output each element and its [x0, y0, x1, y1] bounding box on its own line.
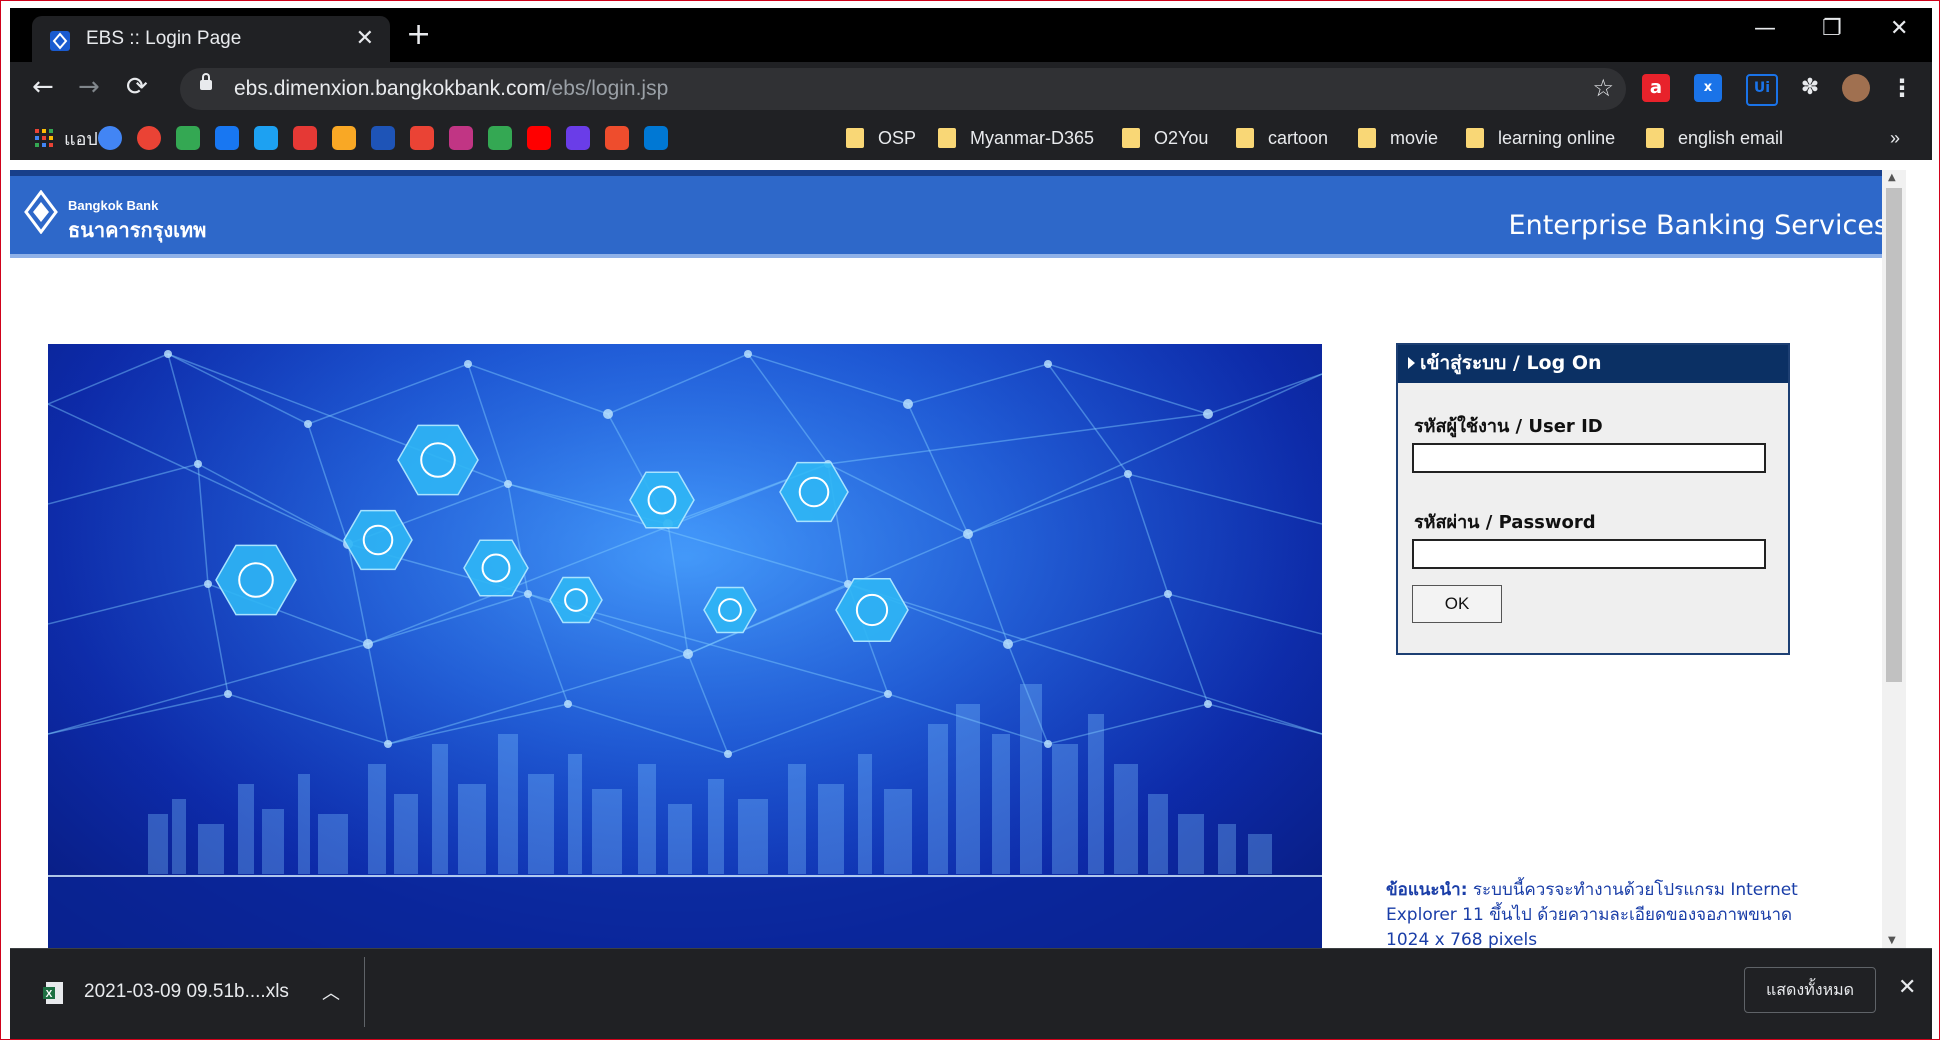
hero-network-graphic — [48, 344, 1322, 948]
page-viewport: Bangkok Bank ธนาคารกรุงเทพ Enterprise Ba… — [10, 170, 1906, 948]
browser-advice-note: ข้อแนะนำ: ระบบนี้ควรจะทำงานด้วยโปรแกรม I… — [1386, 878, 1816, 948]
gmail-icon[interactable] — [410, 126, 434, 150]
bookmark-icon[interactable] — [293, 126, 317, 150]
apps-grid-icon — [35, 129, 53, 147]
bangkok-bank-favicon — [50, 31, 70, 51]
download-bar: X 2021-03-09 09.51b....xls ︿ แสดงทั้งหมด… — [10, 948, 1932, 1039]
user-id-label: รหัสผู้ใช้งาน / User ID — [1414, 416, 1603, 437]
folder-label: learning online — [1498, 127, 1616, 148]
restore-icon[interactable]: ❐ — [1822, 16, 1842, 41]
folder-label: O2You — [1154, 127, 1209, 148]
chevron-up-icon[interactable]: ︿ — [322, 979, 340, 1005]
reload-icon[interactable]: ⟳ — [126, 74, 148, 100]
logon-panel: เข้าสู่ระบบ / Log On รหัสผู้ใช้งาน / Use… — [1396, 343, 1790, 655]
download-filename[interactable]: 2021-03-09 09.51b....xls — [84, 981, 289, 1003]
bookmark-star-icon[interactable]: ☆ — [1592, 74, 1614, 102]
bookmark-icon-3[interactable] — [566, 126, 590, 150]
excel-file-icon: X — [43, 982, 63, 1004]
close-window-icon[interactable]: ✕ — [1890, 16, 1908, 41]
brand-name-th: ธนาคารกรุงเทพ — [68, 218, 207, 242]
apps-label: แอป — [64, 128, 98, 149]
brand-name-en: Bangkok Bank — [68, 198, 159, 213]
folder-icon — [1122, 128, 1140, 148]
folder-icon — [1358, 128, 1376, 148]
folder-label: cartoon — [1268, 127, 1329, 148]
forward-icon[interactable]: → — [78, 74, 100, 100]
bangkok-bank-logo-icon — [24, 190, 58, 234]
advice-prefix: ข้อแนะนำ: — [1386, 880, 1468, 900]
google-icon[interactable] — [137, 126, 161, 150]
folder-label: OSP — [878, 127, 917, 148]
scroll-up-icon[interactable]: ▲ — [1888, 172, 1896, 183]
twitter-icon[interactable] — [254, 126, 278, 150]
bookmark-folder-learning-online[interactable]: learning online — [1466, 126, 1615, 150]
booking-icon[interactable] — [371, 126, 395, 150]
new-tab-button[interactable]: + — [406, 20, 431, 50]
page-header: Bangkok Bank ธนาคารกรุงเทพ Enterprise Ba… — [10, 170, 1906, 258]
scrollbar-thumb[interactable] — [1886, 188, 1902, 682]
bookmarks-bar: แอป OSP Myanmar-D365 O2You cartoon movie… — [10, 116, 1932, 160]
browser-titlebar: EBS :: Login Page ✕ + — ❐ ✕ — [10, 8, 1932, 62]
bookmark-folder-o2you[interactable]: O2You — [1122, 126, 1208, 150]
facebook-icon[interactable] — [215, 126, 239, 150]
bookmark-folder-movie[interactable]: movie — [1358, 126, 1438, 150]
bookmark-folder-myanmar-d365[interactable]: Myanmar-D365 — [938, 126, 1094, 150]
folder-icon — [1646, 128, 1664, 148]
bookmark-folder-cartoon[interactable]: cartoon — [1236, 126, 1328, 150]
folder-label: Myanmar-D365 — [970, 127, 1095, 148]
browser-toolbar: ← → ⟳ ebs.dimenxion.bangkokbank.com/ebs/… — [10, 62, 1932, 116]
google-translate-icon[interactable] — [98, 126, 122, 150]
service-title: Enterprise Banking Services — [1508, 210, 1888, 241]
uipath-extension-icon[interactable]: Ui — [1746, 74, 1778, 106]
bookmark-icon-2[interactable] — [332, 126, 356, 150]
folder-label: movie — [1390, 127, 1439, 148]
extensions-puzzle-icon[interactable]: ✽ — [1796, 74, 1824, 102]
shopee-icon[interactable] — [605, 126, 629, 150]
bookmark-folder-english-email[interactable]: english email — [1646, 126, 1783, 150]
apps-bookmark[interactable]: แอป — [34, 126, 98, 150]
acrobat-extension-icon[interactable]: a — [1642, 74, 1670, 102]
folder-icon — [1466, 128, 1484, 148]
search-extension-icon[interactable]: x — [1694, 74, 1722, 102]
play-icon[interactable] — [488, 126, 512, 150]
bookmarks-overflow-icon[interactable]: » — [1890, 126, 1900, 150]
show-all-downloads-button[interactable]: แสดงทั้งหมด — [1744, 967, 1876, 1013]
folder-icon — [938, 128, 956, 148]
close-download-bar-icon[interactable]: ✕ — [1898, 975, 1916, 1000]
logon-header: เข้าสู่ระบบ / Log On — [1398, 345, 1788, 383]
download-divider — [364, 957, 365, 1027]
maps-icon[interactable] — [176, 126, 200, 150]
svg-text:X: X — [46, 989, 53, 1000]
lock-icon[interactable] — [200, 73, 212, 90]
back-icon[interactable]: ← — [32, 74, 54, 100]
ok-button[interactable]: OK — [1412, 585, 1502, 623]
folder-icon — [846, 128, 864, 148]
tab-title: EBS :: Login Page — [86, 28, 242, 49]
page-scrollbar[interactable]: ▲ ▼ — [1882, 170, 1906, 948]
instagram-icon[interactable] — [449, 126, 473, 150]
scroll-down-icon[interactable]: ▼ — [1888, 935, 1896, 946]
profile-avatar[interactable] — [1842, 74, 1870, 102]
tab-ebs-login[interactable]: EBS :: Login Page ✕ — [32, 16, 390, 62]
menu-kebab-icon[interactable]: ⋮ — [1888, 74, 1916, 102]
password-input[interactable] — [1412, 539, 1766, 569]
youtube-icon[interactable] — [527, 126, 551, 150]
user-id-input[interactable] — [1412, 443, 1766, 473]
onedrive-icon[interactable] — [644, 126, 668, 150]
url-text[interactable]: ebs.dimenxion.bangkokbank.com/ebs/login.… — [234, 77, 668, 101]
hero-banner — [48, 344, 1322, 948]
address-bar[interactable]: ebs.dimenxion.bangkokbank.com/ebs/login.… — [180, 68, 1626, 110]
bookmark-folder-osp[interactable]: OSP — [846, 126, 916, 150]
password-label: รหัสผ่าน / Password — [1414, 512, 1596, 533]
folder-label: english email — [1678, 127, 1784, 148]
tab-close-icon[interactable]: ✕ — [356, 26, 374, 51]
minimize-icon[interactable]: — — [1754, 16, 1776, 41]
folder-icon — [1236, 128, 1254, 148]
